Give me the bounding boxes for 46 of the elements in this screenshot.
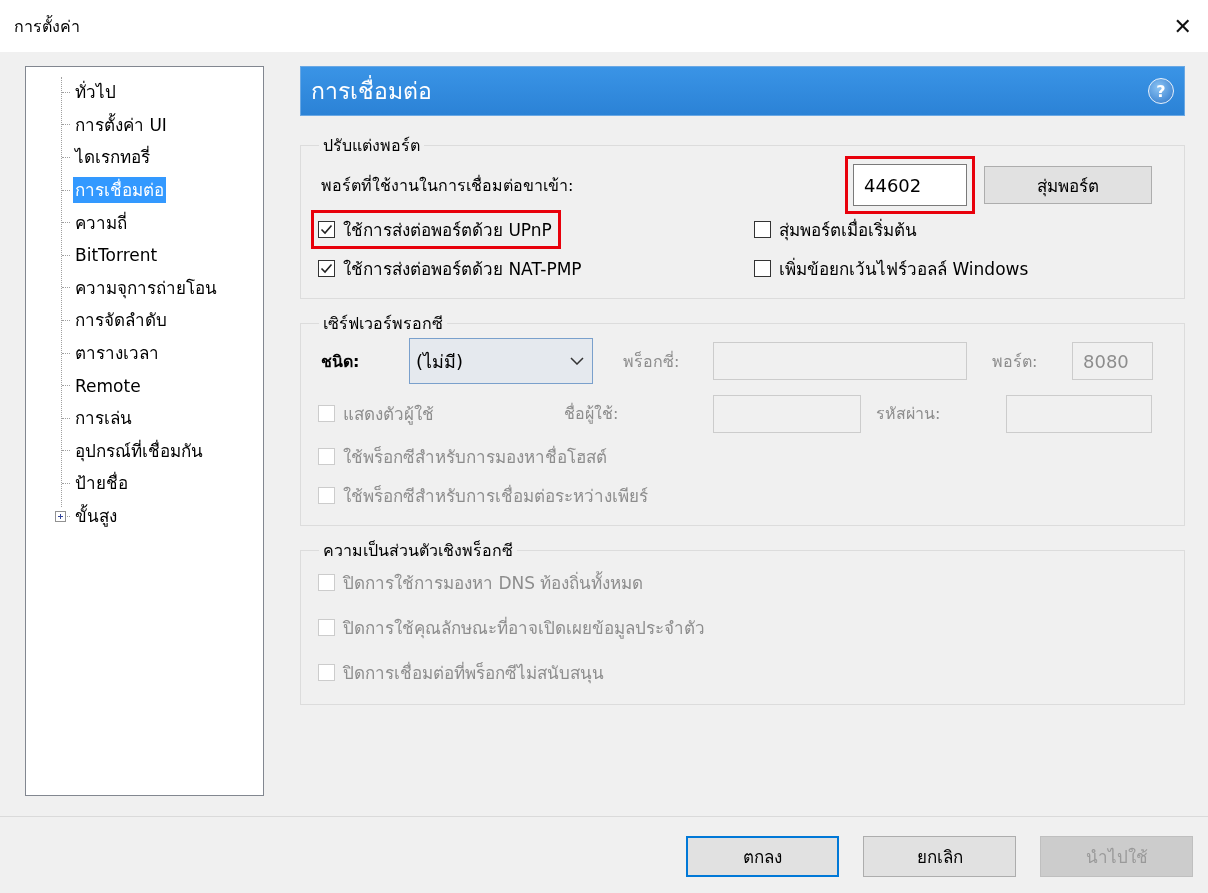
random-port-button[interactable]: สุ่มพอร์ต <box>984 166 1152 204</box>
field-label: ชนิด: <box>321 350 361 373</box>
page-title: การเชื่อมต่อ <box>311 73 432 109</box>
checkbox-label: ปิดการเชื่อมต่อที่พร็อกซีไม่สนับสนุน <box>343 660 604 686</box>
field-label: รหัสผ่าน: <box>876 403 942 425</box>
tree-item[interactable]: การจัดลำดับ <box>73 307 169 334</box>
group-title: ความเป็นส่วนตัวเชิงพร็อกซี <box>322 539 514 562</box>
port-field[interactable]: 44602 <box>853 164 967 206</box>
group-title: ปรับแต่งพอร์ต <box>322 135 421 157</box>
checkbox-label: ใช้พร็อกซีสำหรับการมองหาชื่อโฮสต์ <box>343 444 607 469</box>
tree-item[interactable]: Remote <box>73 372 143 399</box>
checkbox-label: ปิดการใช้คุณลักษณะที่อาจเปิดเผยข้อมูลประจำตัว <box>343 615 705 641</box>
window-title: การตั้งค่า <box>14 14 80 38</box>
checkbox[interactable] <box>754 221 771 238</box>
tree-item[interactable]: ตารางเวลา <box>73 340 161 367</box>
tree-item[interactable]: ขั้นสูง <box>73 503 119 529</box>
tree-item[interactable]: ไดเรกทอรี่ <box>73 144 152 171</box>
field-label: พอร์ตที่ใช้งานในการเชื่อมต่อขาเข้า: <box>321 174 575 197</box>
tree-item[interactable]: การตั้งค่า UI <box>73 111 169 138</box>
group-title: เซิร์ฟเวอร์พรอกซี <box>322 313 444 335</box>
tree-item[interactable]: ป้ายชื่อ <box>73 470 130 497</box>
checkbox-label: ใช้การส่งต่อพอร์ตด้วย NAT-PMP <box>343 258 582 281</box>
expand-icon[interactable] <box>55 510 66 522</box>
dialog-button[interactable]: ตกลง <box>686 836 839 877</box>
checkbox-label: แสดงตัวผู้ใช้ <box>343 403 434 427</box>
tree-item[interactable]: การเล่น <box>73 405 134 432</box>
checkbox[interactable] <box>318 221 335 238</box>
tree-item[interactable]: ความถี่ <box>73 209 129 236</box>
checkbox-label: เพิ่มข้อยกเว้นไฟร์วอลล์ Windows <box>779 256 1029 281</box>
dialog-button[interactable]: ยกเลิก <box>863 836 1016 877</box>
checkbox-label: ใช้การส่งต่อพอร์ตด้วย UPnP <box>343 219 552 242</box>
field-label: พอร์ต: <box>992 350 1039 373</box>
checkbox-label: ใช้พร็อกซีสำหรับการเชื่อมต่อระหว่างเพียร์ <box>343 483 648 508</box>
chevron-down-icon <box>570 357 584 365</box>
field-label: พร็อกซี่: <box>623 350 681 373</box>
tree-item[interactable]: ความจุการถ่ายโอน <box>73 274 219 301</box>
field-label: ชื่อผู้ใช้: <box>564 402 620 426</box>
tree-item[interactable]: อุปกรณ์ที่เชื่อมกัน <box>73 437 205 464</box>
checkbox[interactable] <box>754 260 771 277</box>
tree-item[interactable]: BitTorrent <box>73 242 160 269</box>
checkbox-label: สุ่มพอร์ตเมื่อเริ่มต้น <box>779 217 917 243</box>
type-dropdown[interactable]: (ไม่มี) <box>409 338 593 384</box>
tree-item[interactable]: ทั่วไป <box>73 79 118 106</box>
close-button[interactable]: ✕ <box>1173 13 1192 39</box>
checkbox-label: ปิดการใช้การมองหา DNS ท้องถิ่นทั้งหมด <box>343 570 644 595</box>
checkbox[interactable] <box>318 260 335 277</box>
